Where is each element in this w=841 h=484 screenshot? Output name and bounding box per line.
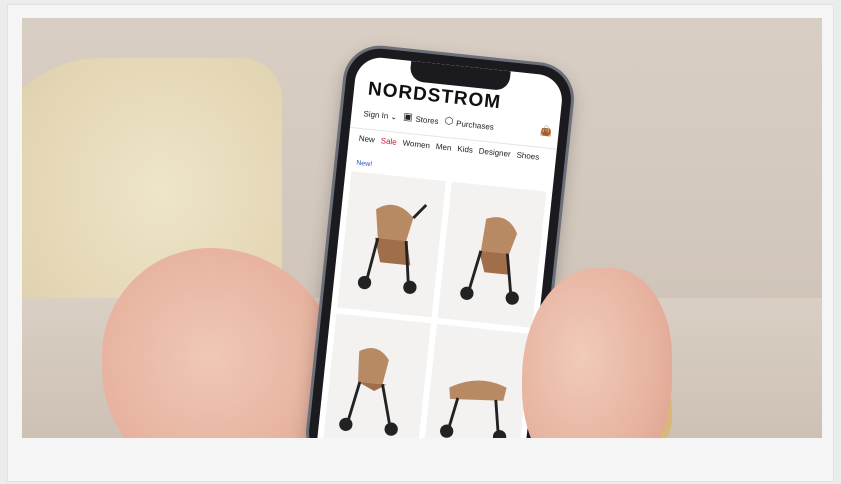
stores-label: Stores	[415, 114, 440, 126]
sign-in-link[interactable]: Sign In ⌄	[363, 109, 398, 121]
nav-new[interactable]: New	[358, 134, 375, 145]
product-grid	[322, 171, 547, 438]
stroller-image	[460, 217, 519, 305]
shopping-bag-icon[interactable]: 👜	[540, 126, 554, 138]
nav-men[interactable]: Men	[435, 142, 451, 153]
nav-women[interactable]: Women	[402, 138, 430, 150]
product-tile[interactable]	[337, 171, 446, 318]
nav-shoes[interactable]: Shoes	[516, 150, 540, 161]
left-hand	[102, 248, 342, 438]
product-tile[interactable]	[322, 313, 431, 438]
product-tile[interactable]	[422, 323, 532, 438]
stroller-image	[357, 203, 428, 294]
storefront-icon: ▣	[402, 111, 414, 124]
purchases-link[interactable]: ⬡ Purchases	[444, 115, 495, 132]
stroller-image	[339, 348, 398, 436]
product-tile[interactable]	[437, 181, 547, 328]
hero-photo: NORDSTROM Sign In ⌄ ▣ Stores ⬡ Purchases…	[22, 18, 822, 438]
new-badge: New!	[355, 159, 373, 169]
box-icon: ⬡	[444, 115, 454, 128]
nav-kids[interactable]: Kids	[457, 144, 473, 155]
image-card: NORDSTROM Sign In ⌄ ▣ Stores ⬡ Purchases…	[7, 4, 834, 482]
stroller-image	[440, 380, 507, 438]
nav-designer[interactable]: Designer	[478, 146, 511, 158]
stores-link[interactable]: ▣ Stores	[402, 111, 440, 126]
header-actions: Sign In ⌄ ▣ Stores ⬡ Purchases 👜	[363, 108, 553, 138]
purchases-label: Purchases	[455, 118, 495, 132]
nav-sale[interactable]: Sale	[380, 136, 397, 147]
